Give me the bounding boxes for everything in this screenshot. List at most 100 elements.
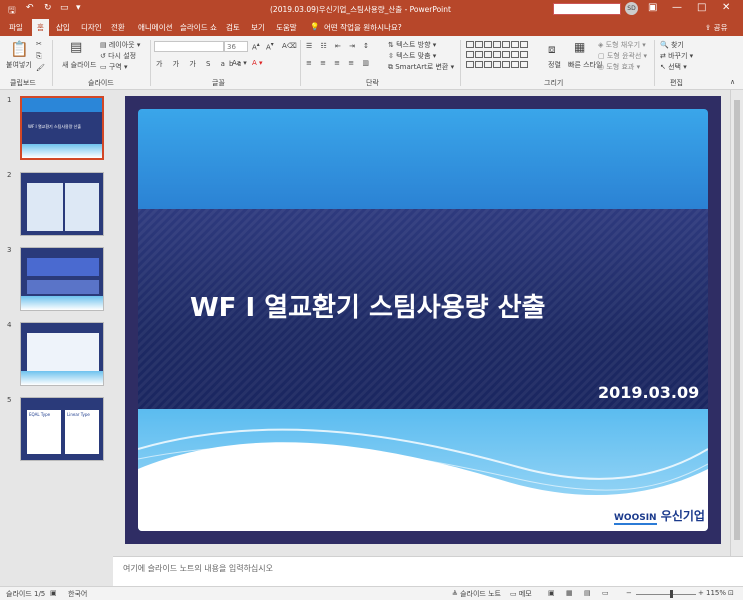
thumb-chart-label: Linear Type xyxy=(67,412,90,417)
tab-slideshow[interactable]: 슬라이드 쇼 xyxy=(180,22,217,33)
slide-thumbnail-5[interactable]: EQAL Type Linear Type xyxy=(20,397,104,461)
zoom-slider-knob[interactable] xyxy=(669,590,673,598)
layout-button[interactable]: ▤ 레이아웃 ▾ xyxy=(100,40,140,50)
slide-editor: WF I 열교환기 스팀사용량 산출 2019.03.09 WOOSIN 우신기… xyxy=(113,90,730,556)
group-label-editing: 편집 xyxy=(670,79,683,87)
reading-view-icon[interactable]: ▤ xyxy=(584,589,591,597)
scrollbar-thumb[interactable] xyxy=(734,100,740,540)
group-label-clipboard: 클립보드 xyxy=(10,79,36,87)
undo-icon[interactable]: ↶ xyxy=(26,3,34,13)
increase-font-icon[interactable]: A▴ xyxy=(252,42,260,51)
slide-title[interactable]: WF I 열교환기 스팀사용량 산출 xyxy=(190,287,545,324)
vertical-scrollbar[interactable] xyxy=(730,90,743,556)
slide-sorter-icon[interactable]: ▦ xyxy=(566,589,573,597)
arrange-button[interactable]: 정렬 xyxy=(548,60,561,70)
slide-canvas[interactable]: WF I 열교환기 스팀사용량 산출 2019.03.09 WOOSIN 우신기… xyxy=(125,96,721,544)
comments-button[interactable]: ▭ 메모 xyxy=(510,589,532,599)
zoom-level[interactable]: 115% xyxy=(706,589,726,597)
tab-view[interactable]: 보기 xyxy=(251,22,265,33)
tab-file[interactable]: 파일 xyxy=(9,22,23,33)
collapse-ribbon-icon[interactable]: ∧ xyxy=(730,78,735,86)
font-color-icon[interactable]: Aa ▾ xyxy=(232,59,247,67)
thumb-chart: Linear Type xyxy=(65,410,99,454)
select-label: 선택 xyxy=(668,63,681,71)
text-color-icon[interactable]: A ▾ xyxy=(252,59,263,67)
thumb-text-block xyxy=(27,258,99,276)
group-label-slides: 슬라이드 xyxy=(88,79,114,87)
align-text-button[interactable]: ⇳ 텍스트 맞춤 ▾ xyxy=(388,51,436,61)
zoom-in-icon[interactable]: + xyxy=(698,589,704,597)
shape-fill-button[interactable]: ◈ 도형 채우기 ▾ xyxy=(598,40,646,50)
logo-word: WOOSIN xyxy=(614,513,657,525)
notes-button[interactable]: ≜ 슬라이드 노트 xyxy=(452,589,501,599)
font-size-dropdown[interactable]: 36 xyxy=(224,41,248,52)
redo-icon[interactable]: ↻ xyxy=(44,3,52,13)
ribbon-display-options-icon[interactable]: ▣ xyxy=(648,2,657,13)
divider xyxy=(654,40,655,86)
normal-view-icon[interactable]: ▣ xyxy=(548,589,555,597)
list-buttons[interactable]: ☰ ☷ ⇤ ⇥ ↕ xyxy=(306,42,372,50)
font-name-dropdown[interactable] xyxy=(154,41,224,52)
avatar[interactable]: SD xyxy=(625,2,638,15)
account-search-box[interactable] xyxy=(553,3,621,15)
tab-home[interactable]: 홈 xyxy=(32,19,49,36)
paste-button[interactable]: 붙여넣기 xyxy=(6,60,32,70)
tell-me-search[interactable]: 어떤 작업을 원하시나요? xyxy=(324,22,402,33)
slide-thumbnail-4[interactable] xyxy=(20,322,104,386)
clear-formatting-icon[interactable]: A⌫ xyxy=(282,42,297,50)
replace-button[interactable]: ⇄ 바꾸기 ▾ xyxy=(660,51,693,61)
save-icon[interactable]: 🖫 xyxy=(8,3,16,19)
company-logo: WOOSIN 우신기업 xyxy=(614,507,705,525)
notes-pane[interactable]: 여기에 슬라이드 노트의 내용을 입력하십시오 xyxy=(113,556,743,586)
tab-help[interactable]: 도움말 xyxy=(276,22,297,33)
slide-thumbnail-1[interactable]: WF I 열교환기 스팀사용량 산출 xyxy=(20,96,104,160)
maximize-button[interactable]: □ xyxy=(697,2,706,13)
slideshow-icon[interactable]: ▭ xyxy=(602,589,609,597)
tab-insert[interactable]: 삽입 xyxy=(56,22,70,33)
find-button[interactable]: 🔍 찾기 xyxy=(660,40,684,50)
start-from-beginning-icon[interactable]: ▭ xyxy=(60,3,69,13)
tab-transitions[interactable]: 전환 xyxy=(111,22,125,33)
section-button[interactable]: ▭ 구역 ▾ xyxy=(100,62,127,72)
slide-thumbnail-2[interactable] xyxy=(20,172,104,236)
arrange-icon[interactable]: ⧈ xyxy=(548,42,556,57)
divider xyxy=(300,40,301,86)
tab-design[interactable]: 디자인 xyxy=(81,22,102,33)
share-button[interactable]: ⇪ 공유 xyxy=(705,22,727,33)
zoom-slider[interactable] xyxy=(636,594,696,595)
decrease-font-icon[interactable]: A▾ xyxy=(266,42,274,51)
thumb-sky xyxy=(22,98,102,112)
close-button[interactable]: ✕ xyxy=(722,2,730,13)
shape-effects-button[interactable]: ◎ 도형 효과 ▾ xyxy=(598,62,640,72)
shapes-gallery[interactable] xyxy=(466,40,538,74)
thumb-wave xyxy=(22,144,102,158)
new-slide-icon[interactable]: ▤ xyxy=(70,40,82,55)
copy-icon[interactable]: ⎘ xyxy=(36,52,42,61)
ribbon-tab-bar: 파일 홈 삽입 디자인 전환 애니메이션 슬라이드 쇼 검토 보기 도움말 💡 … xyxy=(0,19,743,36)
format-painter-icon[interactable]: 🖌 xyxy=(36,64,45,72)
select-button[interactable]: ↖ 선택 ▾ xyxy=(660,62,687,72)
language-indicator[interactable]: 한국어 xyxy=(68,589,87,599)
thumb-wave xyxy=(21,296,103,310)
slide-date[interactable]: 2019.03.09 xyxy=(598,383,699,402)
shape-outline-button[interactable]: ▢ 도형 윤곽선 ▾ xyxy=(598,51,647,61)
paste-icon[interactable]: 📋 xyxy=(10,40,29,58)
text-direction-button[interactable]: ⇅ 텍스트 방향 ▾ xyxy=(388,40,436,50)
slide-thumbnail-3[interactable] xyxy=(20,247,104,311)
zoom-out-icon[interactable]: − xyxy=(626,589,632,597)
tab-animations[interactable]: 애니메이션 xyxy=(138,22,173,33)
spell-check-icon[interactable]: ▣ xyxy=(50,589,57,597)
tab-review[interactable]: 검토 xyxy=(226,22,240,33)
quick-styles-icon[interactable]: ▦ xyxy=(574,40,585,54)
cut-icon[interactable]: ✂ xyxy=(36,40,42,48)
status-bar: 슬라이드 1/5 ▣ 한국어 ≜ 슬라이드 노트 ▭ 메모 ▣ ▦ ▤ ▭ − … xyxy=(0,586,743,600)
share-label: 공유 xyxy=(713,23,728,32)
minimize-button[interactable]: — xyxy=(672,2,682,13)
smartart-button[interactable]: ⧉ SmartArt로 변환 ▾ xyxy=(388,62,454,72)
customize-quick-access-icon[interactable]: ▾ xyxy=(76,3,81,13)
align-buttons[interactable]: ≡ ≡ ≡ ≡ ▥ xyxy=(306,59,372,67)
fit-to-window-icon[interactable]: ⊡ xyxy=(728,589,734,597)
slide-sky-band xyxy=(138,109,708,209)
new-slide-button[interactable]: 새 슬라이드 xyxy=(62,60,96,70)
reset-button[interactable]: ↺ 다시 설정 xyxy=(100,51,136,61)
